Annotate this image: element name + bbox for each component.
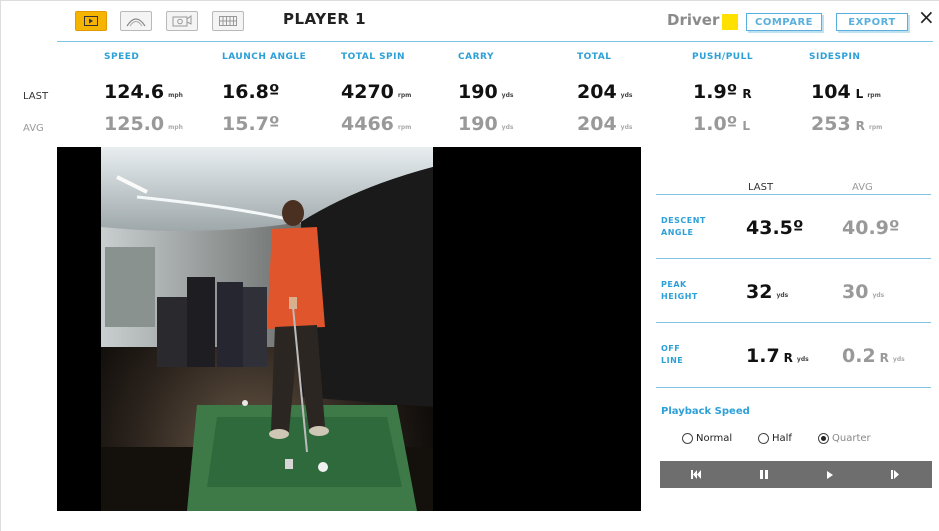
- swing-video[interactable]: [57, 147, 641, 511]
- stat-header-total-spin: TOTAL SPIN: [341, 52, 406, 62]
- radio-selected-icon[interactable]: [818, 433, 829, 444]
- avg-total-spin: 4466 rpm: [341, 113, 412, 135]
- last-sidespin: 104 Lrpm: [811, 81, 881, 103]
- last-off-line: 1.7 Ryds: [746, 345, 809, 367]
- close-icon[interactable]: ×: [918, 7, 935, 27]
- avg-carry: 190 yds: [458, 113, 514, 135]
- play-button[interactable]: [810, 461, 850, 488]
- last-speed: 124.6 mph: [104, 81, 183, 103]
- last-launch-angle: 16.8º: [222, 81, 280, 103]
- stat-header-launch-angle: LAUNCH ANGLE: [222, 52, 307, 62]
- trajectory-view-button[interactable]: [120, 11, 152, 31]
- avg-total: 204 yds: [577, 113, 633, 135]
- compare-button[interactable]: COMPARE: [746, 13, 822, 31]
- last-push-pull: 1.9º R: [693, 81, 752, 103]
- last-descent-angle: 43.5º: [746, 217, 804, 239]
- playback-option-normal[interactable]: Normal: [682, 433, 732, 444]
- peak-height-label: PEAK HEIGHT: [661, 280, 698, 301]
- stat-header-carry: CARRY: [458, 52, 494, 62]
- playback-speed-title: Playback Speed: [661, 406, 750, 417]
- table-icon: [219, 16, 237, 26]
- stat-header-total: TOTAL: [577, 52, 612, 62]
- panel-header-avg: AVG: [852, 182, 873, 193]
- avg-speed: 125.0 mph: [104, 113, 183, 135]
- video-view-button[interactable]: [75, 11, 107, 31]
- avg-sidespin: 253 Rrpm: [811, 113, 883, 135]
- export-button[interactable]: EXPORT: [836, 13, 908, 31]
- avg-push-pull: 1.0º L: [693, 113, 751, 135]
- last-total: 204 yds: [577, 81, 633, 103]
- camera-view-button[interactable]: [166, 11, 198, 31]
- last-carry: 190 yds: [458, 81, 514, 103]
- avg-peak-height: 30 yds: [842, 281, 885, 303]
- radio-icon[interactable]: [682, 433, 693, 444]
- row-label-avg: AVG: [23, 123, 44, 134]
- player-title: PLAYER 1: [283, 10, 367, 28]
- descent-angle-label: DESCENT ANGLE: [661, 216, 706, 237]
- playback-option-quarter[interactable]: Quarter: [818, 433, 871, 444]
- player-window: PLAYER 1 Driver COMPARE EXPORT × SPEED L…: [0, 0, 939, 531]
- pause-icon: [760, 470, 768, 479]
- playback-option-half[interactable]: Half: [758, 433, 792, 444]
- avg-off-line: 0.2 Ryds: [842, 345, 905, 367]
- club-name[interactable]: Driver: [667, 11, 719, 29]
- row-label-last: LAST: [23, 91, 49, 102]
- avg-descent-angle: 40.9º: [842, 217, 900, 239]
- stat-header-push-pull: PUSH/PULL: [692, 52, 754, 62]
- panel-header-last: LAST: [748, 182, 774, 193]
- radio-icon[interactable]: [758, 433, 769, 444]
- panel-divider: [656, 322, 931, 323]
- stat-header-speed: SPEED: [104, 52, 140, 62]
- panel-divider: [656, 194, 931, 195]
- playback-controls: [660, 461, 932, 488]
- table-view-button[interactable]: [212, 11, 244, 31]
- camera-icon: [172, 15, 192, 27]
- step-forward-icon: [891, 470, 899, 479]
- last-total-spin: 4270 rpm: [341, 81, 412, 103]
- skip-back-button[interactable]: [676, 461, 716, 488]
- panel-divider: [656, 258, 931, 259]
- video-icon: [84, 16, 98, 26]
- header-divider: [57, 41, 933, 42]
- club-color-swatch[interactable]: [722, 14, 738, 30]
- off-line-label: OFF LINE: [661, 344, 684, 365]
- stat-header-sidespin: SIDESPIN: [809, 52, 861, 62]
- last-peak-height: 32 yds: [746, 281, 789, 303]
- video-frame: [57, 147, 641, 511]
- pause-button[interactable]: [744, 461, 784, 488]
- trajectory-icon: [126, 18, 146, 27]
- avg-launch-angle: 15.7º: [222, 113, 280, 135]
- skip-back-icon: [691, 470, 701, 479]
- step-forward-button[interactable]: [875, 461, 915, 488]
- panel-divider: [656, 387, 931, 388]
- play-icon: [827, 470, 833, 479]
